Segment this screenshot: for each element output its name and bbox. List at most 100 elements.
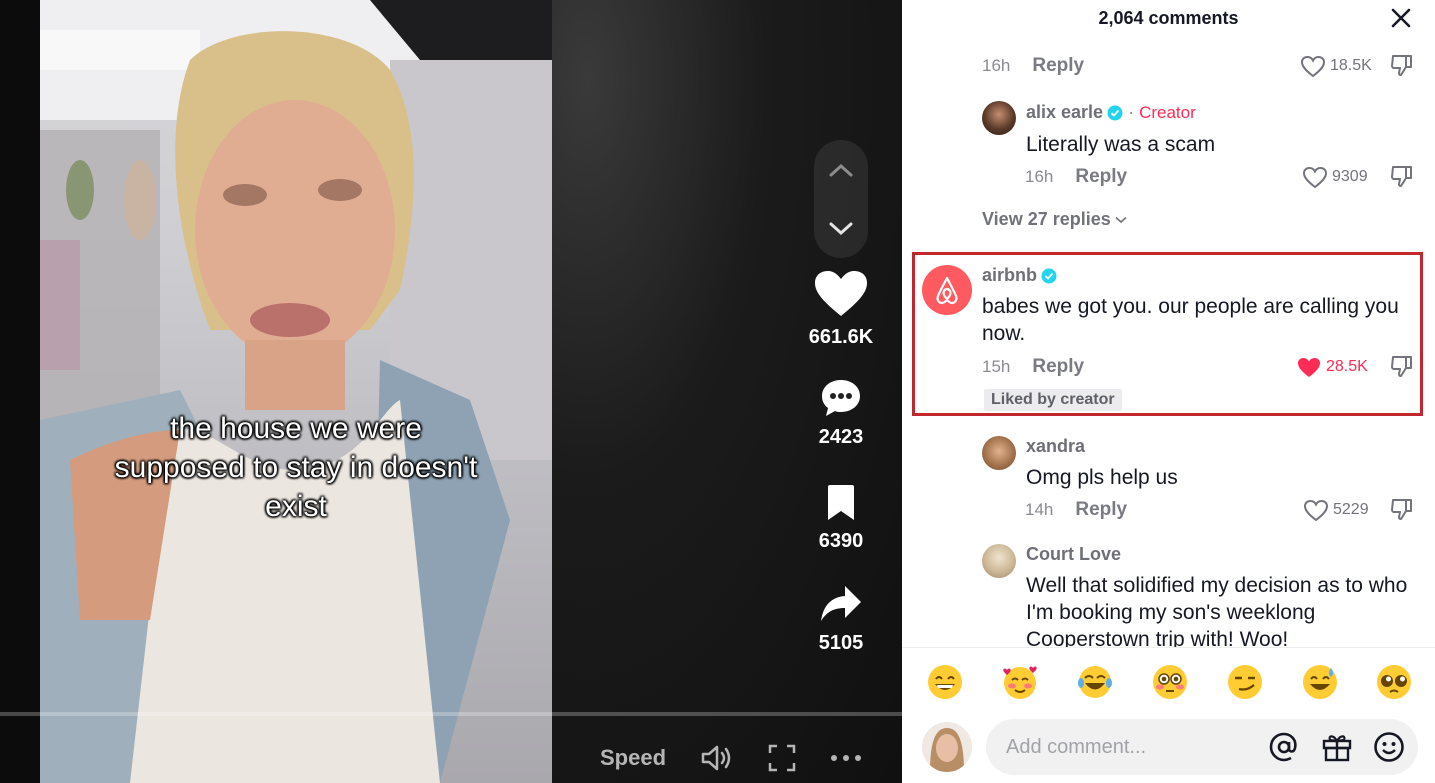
avatar[interactable]: [982, 101, 1016, 135]
comment-meta: 16h Reply: [1025, 164, 1127, 190]
avatar[interactable]: [982, 436, 1016, 470]
chevron-up-icon: [829, 163, 853, 177]
comment-like-button[interactable]: 28.5K: [1296, 354, 1368, 380]
previous-video-button[interactable]: [814, 145, 868, 195]
pleading-emoji-icon: [1377, 665, 1411, 699]
quick-emoji-bar: [902, 647, 1435, 717]
comment-dislike-button[interactable]: [1390, 53, 1416, 79]
close-comments-button[interactable]: [1389, 6, 1413, 30]
comment-like-button[interactable]: 18.5K: [1300, 53, 1372, 79]
reply-button[interactable]: Reply: [1032, 356, 1084, 378]
chevron-down-icon: [829, 222, 853, 236]
comment-action[interactable]: 2423: [800, 378, 882, 449]
comment-meta: 14h Reply: [1025, 497, 1127, 523]
heart-filled-icon: [1298, 357, 1320, 377]
comment-like-button[interactable]: 9309: [1302, 164, 1368, 190]
smirking-emoji-icon: [1228, 665, 1262, 699]
emoji-sweat-smile[interactable]: [1302, 664, 1338, 700]
save-action[interactable]: 6390: [800, 484, 882, 553]
fullscreen-button[interactable]: [768, 744, 796, 772]
volume-button[interactable]: [700, 744, 734, 772]
comment-like-count: 28.5K: [1326, 358, 1368, 375]
comment-username[interactable]: Court Love: [1026, 544, 1121, 565]
heart-icon: [815, 271, 867, 316]
video-frame-illustration: [40, 0, 552, 783]
comment-username[interactable]: alix earle · Creator: [1026, 102, 1196, 123]
mention-button[interactable]: [1268, 731, 1300, 763]
separator-dot: ·: [1128, 102, 1135, 122]
like-count: 661.6K: [808, 326, 874, 348]
comment-dislike-button[interactable]: [1390, 497, 1416, 523]
gift-button[interactable]: [1321, 731, 1353, 763]
bookmark-icon: [828, 485, 854, 520]
emoji-smirk[interactable]: [1227, 664, 1263, 700]
comment-meta: 15h Reply: [982, 354, 1084, 380]
current-user-avatar[interactable]: [922, 722, 972, 772]
thumbs-down-icon: [1391, 166, 1412, 187]
emoji-picker-button[interactable]: [1373, 731, 1405, 763]
flushed-emoji-icon: [1153, 665, 1187, 699]
emoji-pleading[interactable]: [1376, 664, 1412, 700]
smiley-icon: [1374, 732, 1404, 762]
airbnb-logo-icon: [936, 276, 958, 305]
reply-button[interactable]: Reply: [1032, 55, 1084, 77]
add-comment-input[interactable]: [986, 719, 1418, 775]
save-count: 6390: [818, 530, 864, 552]
comment-time: 16h: [982, 56, 1011, 75]
reply-button[interactable]: Reply: [1075, 166, 1127, 188]
avatar-airbnb[interactable]: [922, 265, 972, 315]
comment-username[interactable]: airbnb: [982, 265, 1057, 286]
video-controls: Speed: [600, 738, 896, 778]
video-caption-line: supposed to stay in doesn't: [114, 451, 478, 484]
comment-username[interactable]: xandra: [1026, 436, 1085, 457]
comment-dislike-button[interactable]: [1390, 164, 1416, 190]
volume-icon: [701, 745, 731, 771]
more-icon: [831, 755, 862, 761]
emoji-flushed[interactable]: [1152, 664, 1188, 700]
sweat-smile-emoji-icon: [1303, 665, 1337, 699]
verified-badge-icon: [1107, 105, 1123, 120]
emoji-grin[interactable]: [927, 664, 963, 700]
username-text: xandra: [1026, 436, 1086, 456]
grinning-emoji-icon: [928, 665, 962, 699]
comment-text: Omg pls help us: [1026, 466, 1178, 489]
next-video-button[interactable]: [814, 204, 868, 254]
comment-input-bar: [902, 717, 1435, 783]
video-panel: the house we were supposed to stay in do…: [0, 0, 902, 783]
comment-like-count: 9309: [1332, 168, 1368, 185]
comment-dislike-button[interactable]: [1390, 354, 1416, 380]
liked-by-creator-badge: Liked by creator: [984, 389, 1122, 411]
more-button[interactable]: [830, 754, 862, 762]
video-caption-line: the house we were: [170, 412, 422, 445]
emoji-hearts[interactable]: [1002, 664, 1038, 700]
video-player[interactable]: [40, 0, 552, 783]
video-caption-line: exist: [265, 490, 327, 523]
comment-meta: 16h Reply: [982, 53, 1084, 79]
avatar[interactable]: [982, 544, 1016, 578]
heart-outline-icon: [1300, 55, 1326, 77]
fullscreen-icon: [768, 744, 796, 772]
comment-like-button[interactable]: 5229: [1303, 497, 1369, 523]
emoji-joy[interactable]: [1077, 664, 1113, 700]
speed-button[interactable]: Speed: [600, 745, 666, 771]
view-replies-label: View 27 replies: [982, 209, 1111, 229]
username-text: alix earle: [1026, 102, 1104, 122]
share-action[interactable]: 5105: [800, 584, 882, 655]
share-count: 5105: [818, 632, 864, 654]
view-replies-button[interactable]: View 27 replies: [982, 209, 1127, 230]
comment-like-count: 18.5K: [1330, 57, 1372, 74]
video-progress-bar[interactable]: [0, 712, 902, 716]
comment-time: 16h: [1025, 167, 1054, 186]
comment-text: babes we got you. our people are calling…: [982, 295, 1399, 345]
user-avatar-image: [922, 722, 972, 772]
comment-text-clip: Well that solidified my decision as to w…: [1026, 572, 1421, 647]
tears-of-joy-emoji-icon: [1078, 666, 1112, 698]
video-side-blur: [0, 0, 40, 783]
username-text: airbnb: [982, 265, 1038, 285]
reply-button[interactable]: Reply: [1075, 499, 1127, 521]
like-action[interactable]: 661.6K: [800, 270, 882, 349]
comment-text: Literally was a scam: [1026, 133, 1216, 156]
chevron-down-icon: [1115, 216, 1127, 223]
share-arrow-icon: [821, 586, 861, 621]
creator-label: Creator: [1139, 102, 1196, 122]
